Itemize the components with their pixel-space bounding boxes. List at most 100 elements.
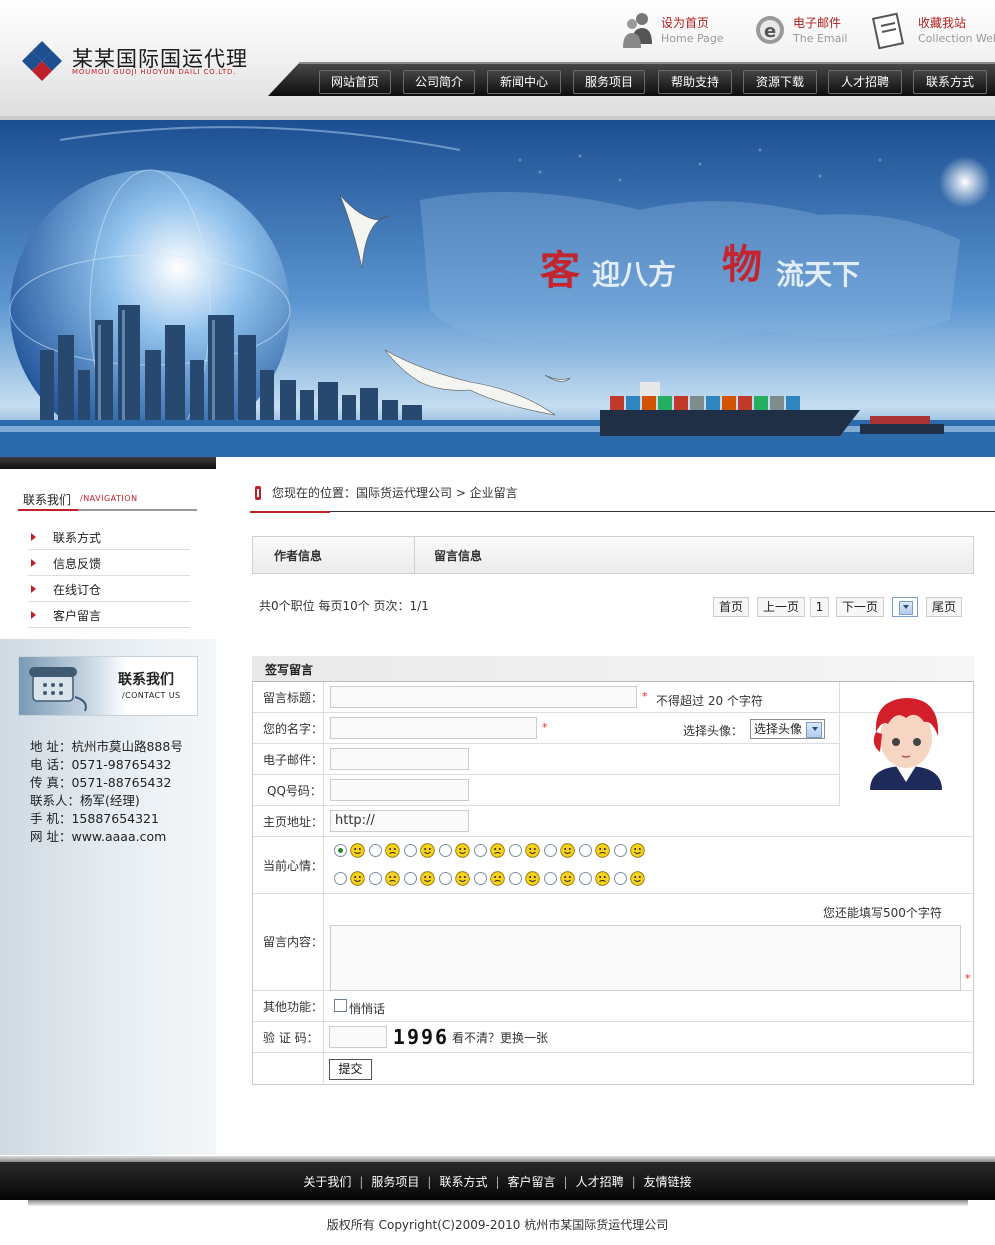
mood-radio[interactable] [439,844,452,857]
nav-careers[interactable]: 人才招聘 [828,70,902,94]
qq-label-cell: QQ号码： [253,775,324,805]
mood-radio[interactable] [369,844,382,857]
slogan-char-2: 物 [722,241,762,288]
submit-button[interactable]: 提交 [329,1059,372,1080]
footer-link-about[interactable]: 关于我们 [303,1175,351,1189]
nav-contact[interactable]: 联系方式 [913,70,987,94]
smiley-smile-icon [350,871,365,886]
mood-radio[interactable] [544,844,557,857]
mood-radio[interactable] [579,872,592,885]
slogan-text-1: 迎八方 [592,258,676,291]
mood-radio[interactable] [474,872,487,885]
captcha-image: 1996 [391,1025,451,1049]
nav-news[interactable]: 新闻中心 [487,70,561,94]
smiley-cool-icon [490,843,505,858]
footer-link-contact[interactable]: 联系方式 [439,1175,487,1189]
pager-next-button[interactable]: 下一页 [836,597,884,617]
captcha-refresh-link[interactable]: 看不清？更换一张 [452,1029,548,1046]
email-input[interactable] [330,748,469,770]
mood-radio[interactable] [614,844,627,857]
mood-radio[interactable] [579,844,592,857]
footer-link-friends[interactable]: 友情链接 [644,1175,692,1189]
required-mark: * [542,721,548,734]
banner: 客 迎八方 物 流天下 [0,120,995,457]
submit-label-cell [253,1053,324,1084]
content-textarea[interactable] [330,925,961,991]
pager-last-button[interactable]: 尾页 [926,597,962,617]
qq-input[interactable] [330,779,469,801]
homepage-label: 主页地址： [263,815,324,829]
nav-home[interactable]: 网站首页 [319,70,391,94]
avatar-select[interactable]: 选择头像 [750,719,825,739]
contact-website: 网 址：www.aaaa.com [30,829,167,844]
arrow-right-icon [31,559,36,567]
set-homepage-label-en: Home Page [661,32,724,45]
email-label-en: The Email [793,32,848,45]
homepage-input[interactable]: http:// [330,810,469,832]
arrow-right-icon [31,585,36,593]
pager-prev-button[interactable]: 上一页 [757,597,805,617]
footer-links: 关于我们 | 服务项目 | 联系方式 | 客户留言 | 人才招聘 | 友情链接 [303,1175,692,1189]
pager-current-page[interactable]: 1 [810,597,829,617]
smiley-tongue-icon [595,871,610,886]
sidebar-item-booking[interactable]: 在线订仓 [28,576,190,602]
smiley-smile-icon [350,843,365,858]
sidebar-item-label: 联系方式 [53,531,102,545]
mood-radio[interactable] [509,844,522,857]
mood-radio[interactable] [404,872,417,885]
pager-first-button[interactable]: 首页 [713,597,749,617]
nav-services[interactable]: 服务项目 [573,70,645,94]
page: 某某国际国运代理 MOUMOU GUOJI HUOYUN DAILI CO.LT… [0,0,995,1245]
contact-fax: 传 真：0571-88765432 [30,775,172,790]
mood-radio[interactable] [509,872,522,885]
nav-about[interactable]: 公司简介 [403,70,475,94]
qq-label: QQ号码： [267,784,322,798]
footer-link-services[interactable]: 服务项目 [371,1175,419,1189]
smiley-wink-icon [420,843,435,858]
page-select[interactable] [892,597,918,617]
row-submit: 提交 [253,1053,973,1084]
breadcrumb-text: 您现在的位置：国际货运代理公司 > 企业留言 [272,486,518,500]
mood-radio[interactable] [614,872,627,885]
smiley-sad-icon [525,843,540,858]
sidebar-item-contact[interactable]: 联系方式 [28,524,190,550]
email-label: 电子邮件 [793,16,842,30]
sidebar-item-guestbook[interactable]: 客户留言 [28,602,190,628]
mood-radio[interactable] [544,872,557,885]
name-input[interactable] [330,717,537,739]
nav-downloads[interactable]: 资源下载 [743,70,817,94]
homepage-label-cell: 主页地址： [253,806,324,836]
row-name: 您的名字： * 选择头像： 选择头像 [253,713,839,744]
author-header: 作者信息 [274,549,323,563]
contact-person: 联系人：杨军(经理) [30,793,140,808]
bookmark-label: 收藏我站 [918,16,967,30]
mood-radio[interactable] [369,872,382,885]
contact-title: 联系我们 [118,672,174,688]
whisper-checkbox[interactable] [334,999,347,1012]
subject-input[interactable] [330,686,637,708]
sidebar-item-feedback[interactable]: 信息反馈 [28,550,190,576]
mood-radio[interactable] [334,844,347,857]
footer-link-careers[interactable]: 人才招聘 [576,1175,624,1189]
mood-radio[interactable] [439,872,452,885]
form-title-bar: 签写留言 [252,656,974,681]
mood-label: 当前心情： [263,859,324,873]
mood-radio[interactable] [334,872,347,885]
subject-length-note: 不得超过 20 个字符 [656,694,763,708]
footer-link-guestbook[interactable]: 客户留言 [508,1175,556,1189]
arrow-right-icon [31,533,36,541]
sidebar-title: 联系我们 [23,493,72,507]
required-mark: * [965,972,971,985]
subject-label: 留言标题： [263,691,324,705]
nav-support[interactable]: 帮助支持 [658,70,732,94]
mood-radio[interactable] [474,844,487,857]
email-label: 电子邮件： [263,753,324,767]
captcha-label-cell: 验 证 码： [253,1022,324,1052]
row-content: 留言内容： 您还能填写500个字符 * [253,894,973,991]
smiley-grin-icon [385,843,400,858]
message-header: 留言信息 [434,549,483,563]
mood-radio[interactable] [404,844,417,857]
captcha-input[interactable] [329,1026,387,1048]
breadcrumb: 您现在的位置：国际货运代理公司 > 企业留言 [250,482,995,513]
set-homepage-label: 设为首页 [661,16,710,30]
